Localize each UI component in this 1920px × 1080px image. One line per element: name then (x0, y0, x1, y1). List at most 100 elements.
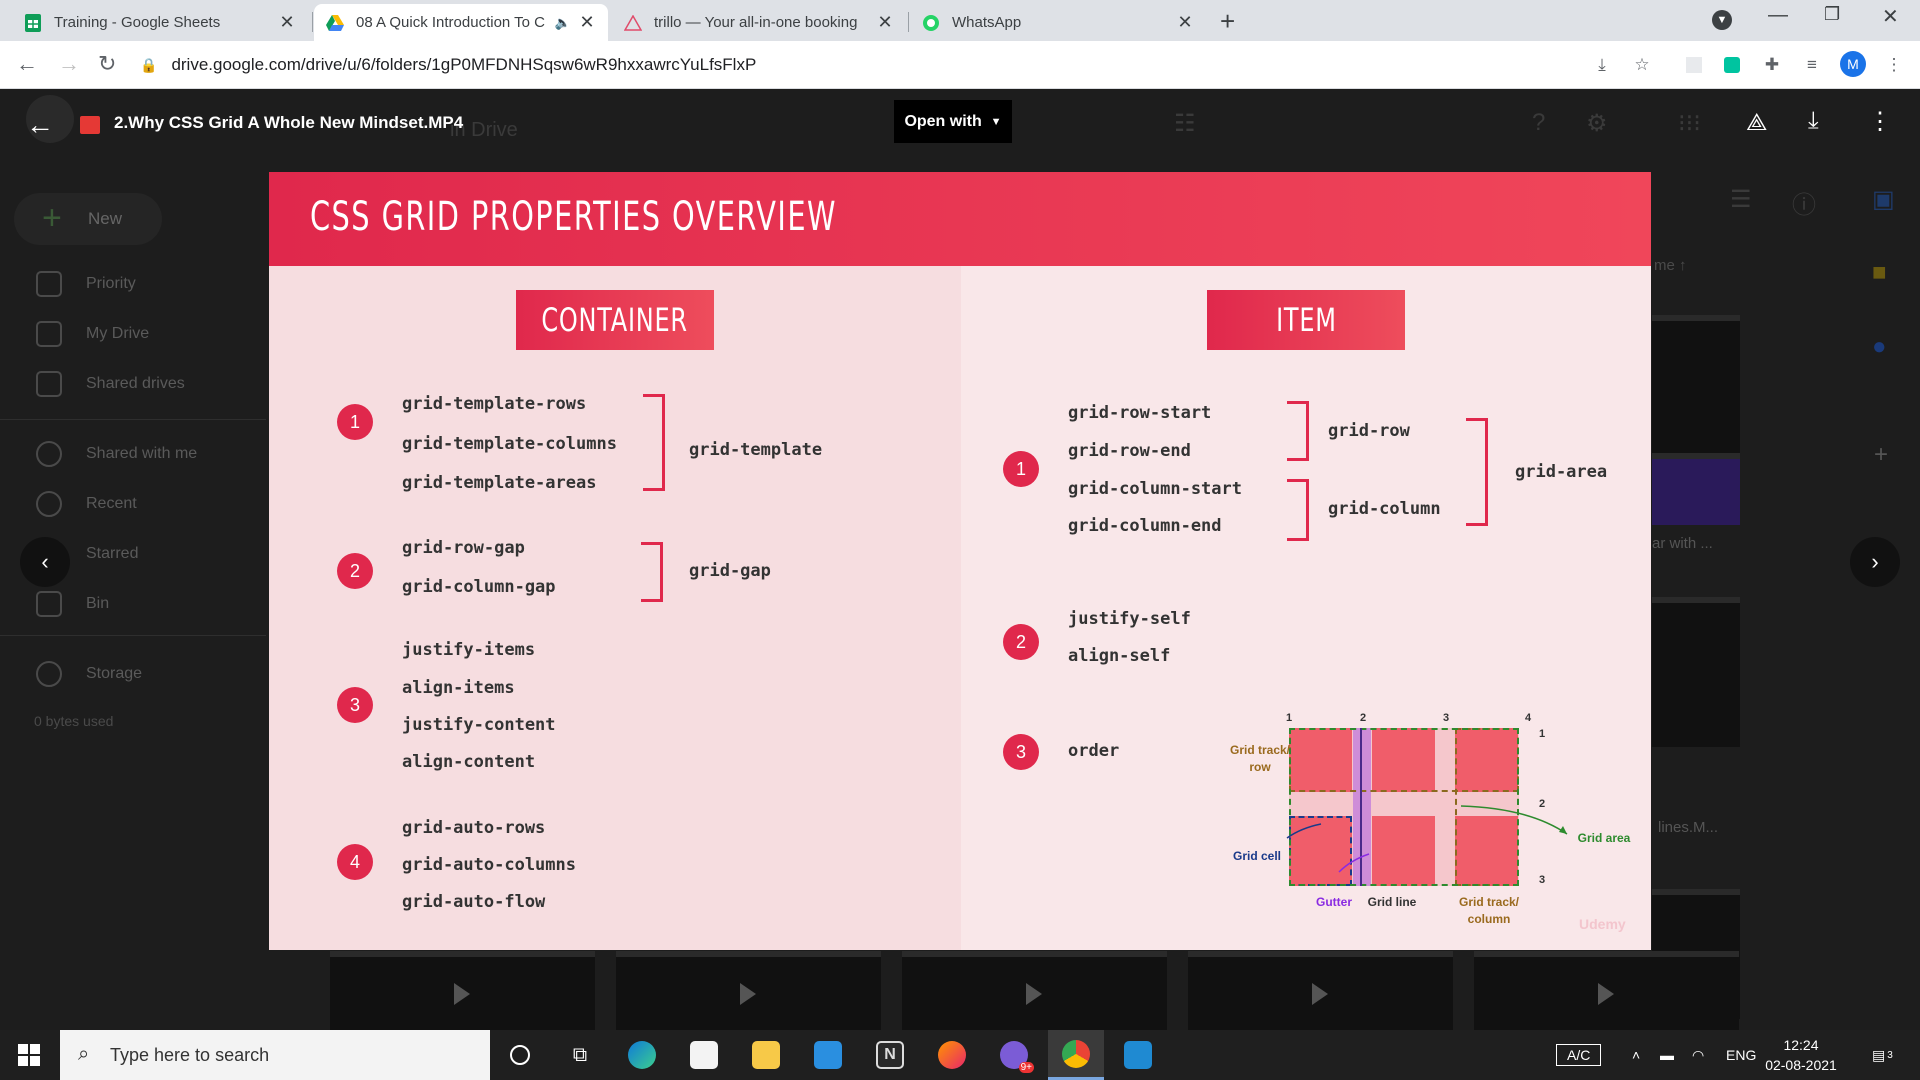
close-viewer-icon[interactable]: ← (26, 109, 54, 141)
property: grid-column-gap (402, 577, 556, 597)
whatsapp-icon (922, 14, 940, 32)
filter-icon[interactable]: ☷ (1174, 109, 1196, 138)
file-explorer-icon[interactable] (738, 1030, 794, 1080)
search-placeholder: Type here to search (110, 1044, 270, 1065)
close-tab-icon[interactable]: ✕ (1176, 12, 1194, 33)
tab-trillo[interactable]: trillo — Your all-in-one booking ✕ (612, 4, 906, 41)
cortana-icon[interactable] (492, 1030, 548, 1080)
shared-drives-icon (36, 371, 62, 397)
video-frame[interactable]: CSS GRID PROPERTIES OVERVIEW CONTAINER 1… (269, 172, 1651, 950)
list-view-icon[interactable]: ☰ (1730, 185, 1752, 214)
drive-icon (326, 14, 344, 32)
reload-icon[interactable]: ↻ (98, 51, 116, 77)
file-thumbnail[interactable] (1652, 597, 1740, 747)
more-options-icon[interactable]: ⋮ (1868, 107, 1892, 136)
label-grid-area: Grid area (1577, 831, 1631, 845)
notion-icon[interactable]: N (862, 1030, 918, 1080)
task-view-icon[interactable]: ⧉ (552, 1030, 608, 1080)
previous-file-button[interactable]: ‹ (20, 537, 70, 587)
tab-search-icon[interactable]: ▼ (1712, 10, 1732, 30)
play-icon (740, 983, 756, 1005)
property: grid-column-end (1068, 516, 1222, 536)
close-tab-icon[interactable]: ✕ (578, 12, 596, 33)
property: grid-template-rows (402, 394, 587, 414)
vscode-icon[interactable] (1110, 1030, 1166, 1080)
trillo-icon (624, 14, 642, 32)
new-tab-button[interactable]: + (1220, 6, 1235, 37)
file-thumbnail[interactable] (1652, 315, 1740, 453)
bookmark-star-icon[interactable]: ☆ (1632, 55, 1652, 75)
tab-drive-video[interactable]: 08 A Quick Introduction To C 🔈 ✕ (314, 4, 608, 41)
tab-google-sheets[interactable]: Training - Google Sheets ✕ (12, 4, 308, 41)
notification-icon[interactable]: ▤ 3 (1872, 1030, 1893, 1080)
language-indicator[interactable]: ENG (1726, 1030, 1756, 1080)
taskbar-search-input[interactable]: ⌕ Type here to search (60, 1030, 490, 1080)
tab-strip: Training - Google Sheets ✕ 08 A Quick In… (0, 0, 1920, 41)
firefox-icon[interactable] (924, 1030, 980, 1080)
forward-icon[interactable]: → (58, 51, 80, 77)
chrome-badge-icon[interactable]: 9+ (986, 1030, 1042, 1080)
extension-icon[interactable] (1684, 55, 1704, 75)
extension-icon[interactable] (1722, 55, 1742, 75)
chrome-icon[interactable] (1048, 1030, 1104, 1080)
add-addon-icon[interactable]: + (1874, 441, 1888, 469)
file-thumbnail[interactable] (1188, 951, 1453, 1030)
mail-icon[interactable] (800, 1030, 856, 1080)
help-icon[interactable]: ? (1532, 109, 1545, 137)
edge-icon[interactable] (614, 1030, 670, 1080)
keep-icon[interactable]: ■ (1872, 259, 1887, 287)
sidebar-item-recent[interactable]: Recent (36, 491, 137, 517)
minimize-button[interactable]: — (1768, 4, 1788, 27)
sidebar-item-bin[interactable]: Bin (36, 591, 109, 617)
lock-icon: 🔒 (140, 56, 158, 73)
new-button[interactable]: New (14, 193, 162, 245)
property: grid-row-gap (402, 538, 525, 558)
sidebar-item-storage[interactable]: Storage (36, 661, 142, 687)
tab-whatsapp[interactable]: WhatsApp ✕ (910, 4, 1206, 41)
apps-icon[interactable]: ⁝⁝⁝ (1678, 109, 1701, 138)
tasks-icon[interactable]: ● (1872, 333, 1887, 361)
wifi-icon[interactable]: ◠ (1692, 1030, 1704, 1080)
close-tab-icon[interactable]: ✕ (876, 12, 894, 33)
battery-icon[interactable]: ▬ (1660, 1030, 1674, 1080)
media-control-icon[interactable]: ≡ (1802, 55, 1822, 75)
tab-title: WhatsApp (952, 14, 1022, 31)
add-to-drive-icon[interactable]: ⟁ (1746, 109, 1767, 137)
puzzle-icon[interactable]: ✚ (1762, 55, 1782, 75)
download-icon[interactable]: ⤓ (1808, 107, 1819, 135)
store-icon[interactable] (676, 1030, 732, 1080)
clock[interactable]: 12:24 02-08-2021 (1764, 1030, 1838, 1080)
file-thumbnail[interactable] (1474, 951, 1739, 1030)
sidebar-item-my-drive[interactable]: My Drive (36, 321, 149, 347)
settings-icon[interactable]: ⚙ (1586, 109, 1608, 138)
maximize-button[interactable]: ❐ (1824, 4, 1840, 25)
open-with-button[interactable]: Open with ▼ (894, 100, 1012, 143)
sidebar-item-priority[interactable]: Priority (36, 271, 136, 297)
keyboard-indicator[interactable]: A/C (1556, 1030, 1602, 1080)
sidebar-item-shared-drives[interactable]: Shared drives (36, 371, 185, 397)
info-icon[interactable]: ⓘ (1792, 185, 1816, 220)
avatar[interactable]: M (1840, 51, 1866, 77)
trash-icon (36, 591, 62, 617)
tray-chevron-icon[interactable]: ˄ (1632, 1030, 1640, 1080)
file-thumbnail[interactable] (616, 951, 881, 1030)
address-bar[interactable]: 🔒 drive.google.com/drive/u/6/folders/1gP… (140, 49, 1660, 81)
back-icon[interactable]: ← (16, 51, 38, 77)
next-file-button[interactable]: › (1850, 537, 1900, 587)
time: 12:24 (1783, 1037, 1819, 1053)
close-window-button[interactable]: ✕ (1882, 4, 1899, 29)
file-thumbnail[interactable] (330, 951, 595, 1030)
calendar-icon[interactable]: ▣ (1872, 185, 1895, 214)
install-icon[interactable]: ⤓ (1592, 55, 1612, 75)
menu-icon[interactable]: ⋮ (1884, 55, 1904, 75)
file-thumbnail[interactable] (902, 951, 1167, 1030)
file-thumbnail[interactable] (1652, 453, 1740, 525)
speaker-icon[interactable]: 🔈 (554, 15, 572, 31)
property: grid-auto-flow (402, 892, 546, 912)
sidebar-item-label: Storage (86, 665, 143, 682)
container-heading: CONTAINER (516, 290, 714, 350)
close-tab-icon[interactable]: ✕ (278, 12, 296, 33)
sidebar-item-label: Bin (86, 595, 110, 612)
sidebar-item-shared-with-me[interactable]: Shared with me (36, 441, 197, 467)
windows-start-icon[interactable] (18, 1044, 40, 1066)
